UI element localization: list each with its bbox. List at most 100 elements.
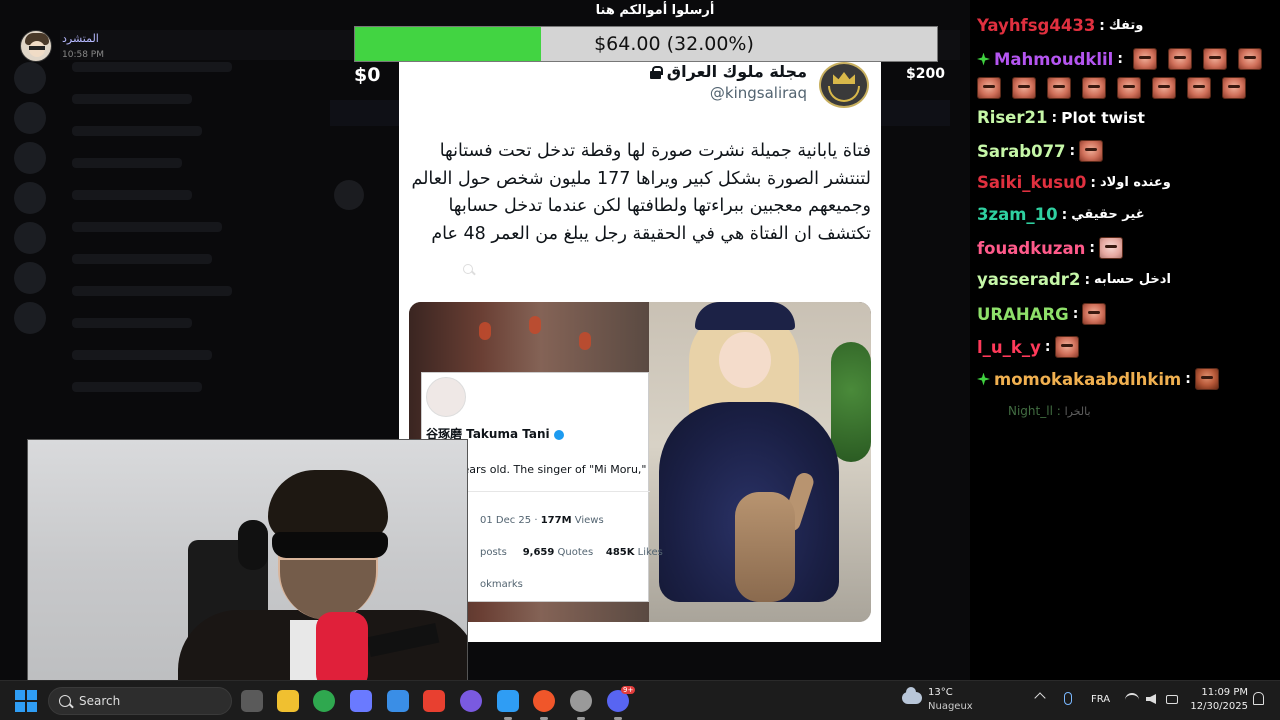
server-icon[interactable] bbox=[14, 182, 46, 214]
notification-bell-icon[interactable] bbox=[1253, 692, 1264, 705]
tweet-text: فتاة يابانية جميلة نشرت صورة لها وقطة تد… bbox=[411, 141, 871, 244]
embedded-date: 01 Dec 25 · bbox=[480, 515, 541, 526]
server-icon[interactable] bbox=[14, 102, 46, 134]
chat-emote-icon bbox=[977, 77, 1001, 99]
chat-username[interactable]: Yayhfsg4433 bbox=[977, 16, 1095, 35]
channel-item[interactable] bbox=[72, 350, 212, 360]
channel-item[interactable] bbox=[72, 190, 192, 200]
chat-emote-icon bbox=[1202, 48, 1227, 70]
clock-date[interactable]: 12/30/2025 bbox=[1188, 701, 1248, 712]
channel-item[interactable] bbox=[72, 286, 232, 296]
webcam-headset bbox=[238, 520, 268, 570]
chat-text: ادخل حسابه bbox=[1094, 272, 1171, 287]
chat-username[interactable]: URAHARG bbox=[977, 305, 1069, 324]
channel-item[interactable] bbox=[72, 94, 192, 104]
donation-progress-bar: $64.00 (32.00%) bbox=[354, 26, 938, 62]
chat-separator: : bbox=[1089, 240, 1096, 256]
chat-emote-icon bbox=[1152, 77, 1176, 99]
crown-icon bbox=[833, 72, 855, 84]
battery-icon[interactable] bbox=[1166, 695, 1178, 704]
chat-username[interactable]: l_u_k_y bbox=[977, 338, 1041, 357]
cloud-icon[interactable] bbox=[902, 687, 922, 704]
tweet-author-name[interactable]: مجلة ملوك العراق bbox=[667, 62, 807, 81]
windows-start-icon[interactable] bbox=[15, 690, 37, 712]
copilot-icon[interactable] bbox=[350, 690, 372, 712]
app-purple-icon[interactable] bbox=[460, 690, 482, 712]
subscriber-badge-icon bbox=[977, 52, 990, 66]
chat-username[interactable]: Saiki_kusu0 bbox=[977, 173, 1086, 192]
chat-emote-icon bbox=[1012, 77, 1036, 99]
server-icon[interactable] bbox=[14, 62, 46, 94]
wifi-icon[interactable] bbox=[1125, 693, 1139, 703]
chat-username[interactable]: fouadkuzan bbox=[977, 239, 1085, 258]
avatar-glasses bbox=[29, 46, 45, 50]
taskbar-search-label: Search bbox=[79, 694, 121, 708]
brave-icon[interactable] bbox=[533, 690, 555, 712]
embedded-quotes-count: 9,659 bbox=[522, 547, 555, 558]
chat-message: Sarab077: bbox=[977, 140, 1104, 162]
channel-item[interactable] bbox=[72, 318, 192, 328]
app-red-icon[interactable] bbox=[423, 690, 445, 712]
channel-item[interactable] bbox=[72, 62, 232, 72]
chat-message: fouadkuzan: bbox=[977, 237, 1124, 259]
chat-message: yasseradr2: ادخل حسابه bbox=[977, 270, 1171, 289]
chat-faded-message: Night_ll : بالخرا bbox=[1008, 404, 1091, 418]
webcam-overlay bbox=[27, 439, 468, 688]
chat-emote-icon bbox=[1194, 368, 1219, 390]
chat-username[interactable]: Mahmoudklil bbox=[994, 50, 1113, 69]
chat-username[interactable]: Sarab077 bbox=[977, 142, 1066, 161]
input-language[interactable]: FRA bbox=[1091, 694, 1110, 705]
chat-emote-row bbox=[977, 77, 1246, 99]
server-icon[interactable] bbox=[14, 142, 46, 174]
donation-max-label: $200 bbox=[906, 66, 945, 82]
server-icon[interactable] bbox=[14, 262, 46, 294]
tweet-author-name-row: مجلة ملوك العراق bbox=[649, 62, 807, 81]
tweet-author-handle[interactable]: @kingsaliraq bbox=[710, 84, 807, 102]
embedded-quotes-label: Quotes bbox=[554, 547, 594, 558]
streamer-time: 10:58 PM bbox=[62, 50, 104, 60]
chat-username[interactable]: Riser21 bbox=[977, 108, 1047, 127]
lantern-shape bbox=[579, 332, 591, 350]
channel-item[interactable] bbox=[72, 126, 202, 136]
channel-item[interactable] bbox=[72, 158, 182, 168]
embedded-likes-label: Likes bbox=[634, 547, 663, 558]
server-icon[interactable] bbox=[14, 222, 46, 254]
stream-chat: Yayhfsg4433: وتفك Mahmoudklil: Riser21: Plot… bbox=[970, 0, 1280, 680]
edge-icon[interactable] bbox=[497, 690, 519, 712]
folder-icon[interactable] bbox=[277, 690, 299, 712]
embedded-views-label: Views bbox=[571, 515, 604, 526]
chat-username: Night_ll bbox=[1008, 404, 1053, 418]
channel-item[interactable] bbox=[72, 222, 222, 232]
tweet-card[interactable]: مجلة ملوك العراق @kingsaliraq فتاة يابان… bbox=[399, 62, 881, 642]
tweet-image[interactable]: 谷琢磨 Takuma Tani years old. The singer of… bbox=[409, 302, 871, 622]
chat-separator: : bbox=[1099, 17, 1105, 34]
weather-temperature[interactable]: 13°C bbox=[928, 687, 953, 698]
channel-item[interactable] bbox=[72, 254, 212, 264]
chat-separator: : bbox=[1061, 206, 1068, 223]
lock-icon bbox=[649, 65, 663, 79]
chat-emote-icon bbox=[1132, 48, 1157, 70]
server-icon[interactable] bbox=[14, 302, 46, 334]
store-icon[interactable] bbox=[387, 690, 409, 712]
obs-icon[interactable] bbox=[570, 690, 592, 712]
tweet-author-avatar[interactable] bbox=[819, 62, 869, 108]
embedded-meta: 01 Dec 25 · 177M Views bbox=[480, 515, 604, 526]
channel-list bbox=[56, 62, 311, 442]
chat-username[interactable]: yasseradr2 bbox=[977, 270, 1080, 289]
chat-username[interactable]: momokakaabdlhkim bbox=[994, 370, 1181, 389]
channel-item[interactable] bbox=[72, 382, 202, 392]
chat-emote-icon bbox=[1237, 48, 1262, 70]
taskbar-search[interactable]: Search bbox=[48, 687, 232, 715]
microphone-icon[interactable] bbox=[1064, 692, 1072, 705]
chat-emote-icon bbox=[1079, 140, 1104, 162]
chat-separator: : bbox=[1090, 174, 1096, 191]
clock-time[interactable]: 11:09 PM bbox=[1196, 687, 1248, 698]
weather-description[interactable]: Nuageux bbox=[928, 701, 973, 712]
chat-emote-icon bbox=[1054, 336, 1079, 358]
chat-username[interactable]: 3zam_10 bbox=[977, 205, 1058, 224]
xbox-icon[interactable] bbox=[313, 690, 335, 712]
subscriber-badge-icon bbox=[977, 372, 990, 386]
chat-separator: : bbox=[1051, 109, 1058, 126]
file-explorer-icon[interactable] bbox=[241, 690, 263, 712]
lantern-shape bbox=[529, 316, 541, 334]
